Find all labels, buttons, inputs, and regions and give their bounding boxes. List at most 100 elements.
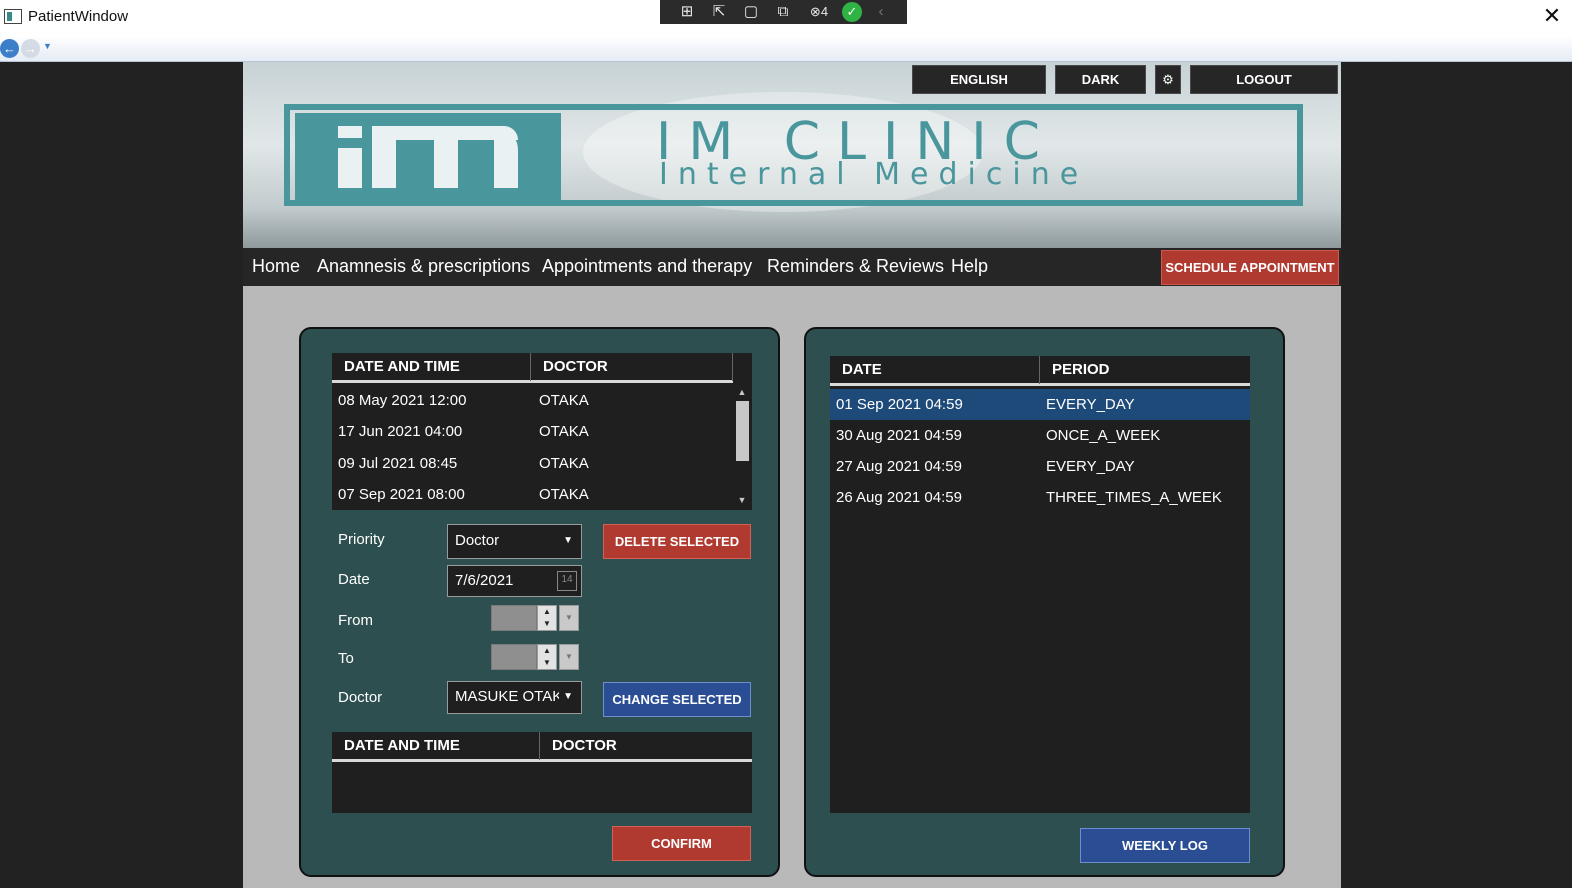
cell-doctor: OTAKA: [539, 455, 589, 472]
logo-m-icon: [338, 126, 518, 188]
window-title-bar: PatientWindow ⊞ ⇱ ▢ ⧉ ⊗4 ✓ ‹ ✕: [0, 0, 1572, 36]
date-value: 7/6/2021: [455, 572, 514, 589]
to-time-spinner[interactable]: ▲ ▼: [537, 644, 557, 670]
menu-item-home[interactable]: Home: [252, 256, 300, 277]
column-header-date[interactable]: DATE: [830, 356, 1040, 384]
appointments-scrollbar[interactable]: ▲ ▼: [733, 385, 752, 510]
scroll-up-icon[interactable]: ▲: [735, 387, 749, 397]
binding-errors-count: 4: [820, 4, 829, 19]
column-header-date-time[interactable]: DATE AND TIME: [332, 353, 531, 381]
clinic-banner: IM CLINIC Internal Medicine ENGLISH DARK…: [243, 62, 1341, 248]
menu-item-reminders[interactable]: Reminders & Reviews: [767, 256, 944, 277]
theme-button[interactable]: DARK: [1055, 65, 1146, 94]
cell-period: ONCE_A_WEEK: [1046, 427, 1161, 444]
spin-up-icon[interactable]: ▲: [538, 645, 556, 657]
main-menu: Home Anamnesis & prescriptions Appointme…: [243, 248, 1341, 286]
menu-item-appointments[interactable]: Appointments and therapy: [542, 256, 752, 277]
cell-doctor: OTAKA: [539, 423, 589, 440]
doctor-label: Doctor: [338, 689, 383, 706]
from-label: From: [338, 612, 373, 629]
schedule-appointment-button[interactable]: SCHEDULE APPOINTMENT: [1161, 250, 1339, 285]
language-button[interactable]: ENGLISH: [912, 65, 1046, 94]
debug-toolbar: ⊞ ⇱ ▢ ⧉ ⊗4 ✓ ‹: [660, 0, 907, 24]
to-time-input[interactable]: [491, 644, 537, 670]
column-header-date-time[interactable]: DATE AND TIME: [332, 732, 540, 760]
cell-doctor: OTAKA: [539, 486, 589, 503]
scroll-down-icon[interactable]: ▼: [735, 495, 749, 505]
doctor-select[interactable]: MASUKE OTAKA ▼: [447, 681, 582, 714]
back-arrow-icon[interactable]: ←: [0, 39, 19, 58]
scrollbar-thumb[interactable]: [736, 401, 749, 461]
cell-date-time: 08 May 2021 12:00: [338, 392, 467, 409]
date-label: Date: [338, 571, 370, 588]
to-label: To: [338, 650, 354, 667]
navigation-bar: ← → ▼: [0, 36, 1572, 62]
priority-select[interactable]: Doctor ▼: [447, 524, 582, 559]
column-header-doctor[interactable]: DOCTOR: [531, 353, 733, 381]
close-window-button[interactable]: ✕: [1540, 4, 1564, 28]
appointments-table-header: DATE AND TIME DOCTOR: [332, 353, 733, 383]
cell-date: 30 Aug 2021 04:59: [836, 427, 962, 444]
inspect-tree-icon[interactable]: ⊞: [674, 2, 700, 22]
column-header-doctor[interactable]: DOCTOR: [540, 732, 752, 760]
spin-up-icon[interactable]: ▲: [538, 606, 556, 618]
table-row[interactable]: 08 May 2021 12:00 OTAKA: [332, 385, 733, 416]
menu-item-anamnesis[interactable]: Anamnesis & prescriptions: [317, 256, 530, 277]
therapy-table-header: DATE PERIOD: [830, 356, 1250, 386]
cell-date: 27 Aug 2021 04:59: [836, 458, 962, 475]
confirm-button[interactable]: CONFIRM: [612, 826, 751, 861]
table-row[interactable]: 09 Jul 2021 08:45 OTAKA: [332, 448, 733, 479]
appointments-panel: DATE AND TIME DOCTOR 08 May 2021 12:00 O…: [299, 327, 780, 877]
logout-button[interactable]: LOGOUT: [1190, 65, 1338, 94]
cell-date-time: 17 Jun 2021 04:00: [338, 423, 463, 440]
brand-subtitle: Internal Medicine: [659, 157, 1089, 192]
checkmark-icon[interactable]: ✓: [842, 2, 862, 22]
table-row-selected[interactable]: 01 Sep 2021 04:59 EVERY_DAY: [830, 389, 1250, 420]
from-time-dropdown-icon[interactable]: ▼: [559, 605, 579, 631]
date-picker[interactable]: 7/6/2021 14: [447, 565, 582, 597]
menu-item-help[interactable]: Help: [951, 256, 988, 277]
cell-period: THREE_TIMES_A_WEEK: [1046, 489, 1222, 506]
chevron-down-icon: ▼: [563, 535, 573, 546]
column-header-period[interactable]: PERIOD: [1040, 356, 1250, 384]
forward-arrow-icon[interactable]: →: [21, 39, 40, 58]
track-focus-icon[interactable]: ⧉: [770, 2, 796, 22]
to-time-dropdown-icon[interactable]: ▼: [559, 644, 579, 670]
cell-date: 26 Aug 2021 04:59: [836, 489, 962, 506]
table-row[interactable]: 26 Aug 2021 04:59 THREE_TIMES_A_WEEK: [830, 482, 1250, 513]
chevron-down-icon: ▼: [559, 682, 573, 712]
table-row[interactable]: 27 Aug 2021 04:59 EVERY_DAY: [830, 451, 1250, 482]
display-layout-icon[interactable]: ▢: [738, 2, 764, 22]
spin-down-icon[interactable]: ▼: [538, 618, 556, 630]
appointments-table[interactable]: DATE AND TIME DOCTOR 08 May 2021 12:00 O…: [332, 353, 752, 510]
priority-label: Priority: [338, 531, 385, 548]
from-time-input[interactable]: [491, 605, 537, 631]
priority-value: Doctor: [455, 532, 500, 549]
suggested-table-header: DATE AND TIME DOCTOR: [332, 732, 752, 762]
cell-date: 01 Sep 2021 04:59: [836, 396, 963, 413]
table-row[interactable]: 17 Jun 2021 04:00 OTAKA: [332, 416, 733, 447]
table-row[interactable]: 30 Aug 2021 04:59 ONCE_A_WEEK: [830, 420, 1250, 451]
doctor-value: MASUKE OTAKA: [455, 688, 573, 705]
patient-app: IM CLINIC Internal Medicine ENGLISH DARK…: [243, 62, 1341, 888]
cell-doctor: OTAKA: [539, 392, 589, 409]
spin-down-icon[interactable]: ▼: [538, 657, 556, 669]
select-element-icon[interactable]: ⇱: [706, 2, 732, 22]
cell-date-time: 09 Jul 2021 08:45: [338, 455, 458, 472]
delete-selected-button[interactable]: DELETE SELECTED: [603, 524, 751, 559]
weekly-log-button[interactable]: WEEKLY LOG: [1080, 828, 1250, 863]
change-selected-button[interactable]: CHANGE SELECTED: [603, 682, 751, 717]
history-dropdown-icon[interactable]: ▼: [43, 41, 52, 51]
therapy-panel: DATE PERIOD 01 Sep 2021 04:59 EVERY_DAY …: [804, 327, 1285, 877]
collapse-chevron-icon[interactable]: ‹: [868, 2, 894, 22]
calendar-icon[interactable]: 14: [557, 571, 577, 591]
binding-errors-icon[interactable]: ⊗4: [802, 2, 836, 22]
suggested-appointments-table[interactable]: DATE AND TIME DOCTOR: [332, 732, 752, 813]
window-title: PatientWindow: [28, 8, 129, 25]
from-time-spinner[interactable]: ▲ ▼: [537, 605, 557, 631]
cell-period: EVERY_DAY: [1046, 396, 1135, 413]
table-row[interactable]: 07 Sep 2021 08:00 OTAKA: [332, 479, 733, 510]
app-window-icon: [4, 9, 22, 24]
settings-gear-icon[interactable]: ⚙: [1155, 65, 1181, 94]
therapy-table[interactable]: DATE PERIOD 01 Sep 2021 04:59 EVERY_DAY …: [830, 356, 1250, 813]
